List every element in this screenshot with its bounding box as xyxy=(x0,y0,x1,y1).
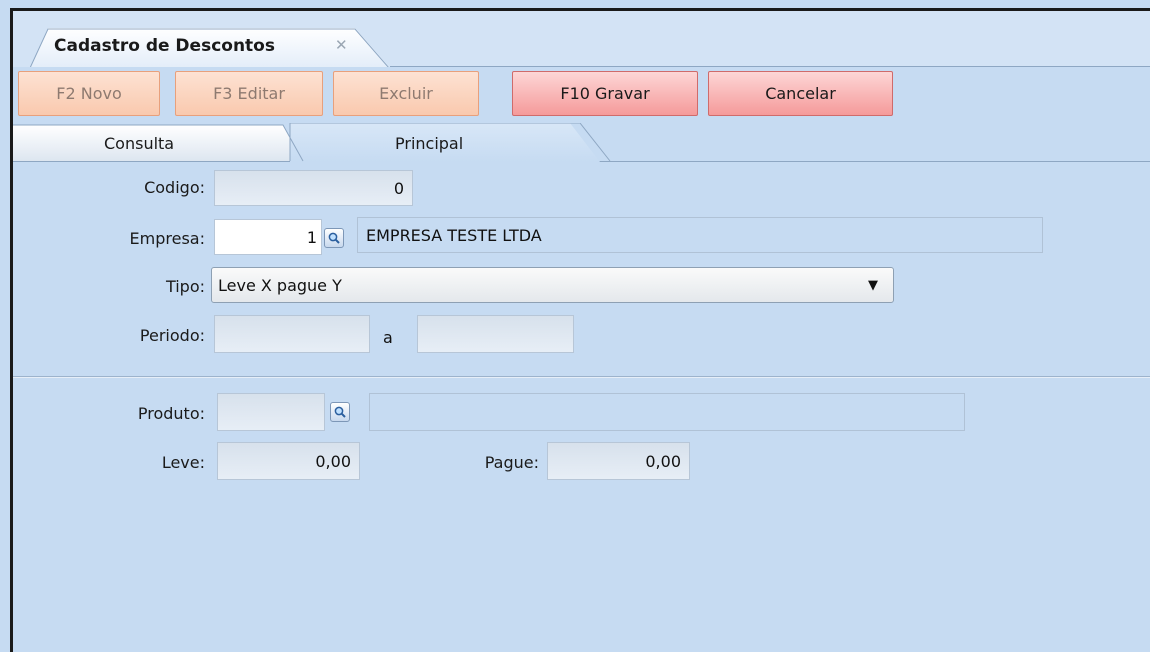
save-button[interactable]: F10 Gravar xyxy=(512,71,698,116)
tipo-select[interactable]: Leve X pague Y xyxy=(211,267,894,303)
produto-lookup-button[interactable] xyxy=(330,402,350,422)
empresa-name-field: EMPRESA TESTE LTDA xyxy=(357,217,1043,253)
tipo-value: Leve X pague Y xyxy=(218,275,342,295)
periodo-from-field[interactable] xyxy=(214,315,370,353)
section-divider-highlight xyxy=(13,377,1150,378)
leve-value: 0,00 xyxy=(315,451,351,471)
edit-button[interactable]: F3 Editar xyxy=(175,71,323,116)
empresa-lookup-button[interactable] xyxy=(324,228,344,248)
magnifier-icon xyxy=(328,232,340,244)
new-button[interactable]: F2 Novo xyxy=(18,71,160,116)
magnifier-icon xyxy=(334,406,346,418)
pague-field[interactable]: 0,00 xyxy=(547,442,690,480)
produto-name-field xyxy=(369,393,965,431)
leve-field[interactable]: 0,00 xyxy=(217,442,360,480)
delete-button[interactable]: Excluir xyxy=(333,71,479,116)
tab-principal-label: Principal xyxy=(395,134,464,153)
pague-value: 0,00 xyxy=(645,451,681,471)
produto-label: Produto: xyxy=(137,404,205,423)
empresa-code-value: 1 xyxy=(306,227,317,247)
codigo-field[interactable]: 0 xyxy=(214,170,413,206)
tab-consulta-label: Consulta xyxy=(104,134,175,153)
codigo-value: 0 xyxy=(393,178,404,198)
pague-label: Pague: xyxy=(484,453,539,472)
empresa-code-field[interactable]: 1 xyxy=(214,219,322,255)
document-tab-title: Cadastro de Descontos xyxy=(54,36,275,56)
chevron-down-icon[interactable]: ▼ xyxy=(858,272,888,298)
page-tabs-outline xyxy=(13,123,611,162)
window-top-border xyxy=(10,8,1150,11)
periodo-to-field[interactable] xyxy=(417,315,574,353)
close-icon[interactable]: ✕ xyxy=(335,36,348,54)
tipo-label: Tipo: xyxy=(165,277,205,296)
leve-label: Leve: xyxy=(161,453,205,472)
codigo-label: Codigo: xyxy=(144,178,205,197)
periodo-label: Periodo: xyxy=(139,326,205,345)
empresa-label: Empresa: xyxy=(129,229,205,248)
empresa-name-value: EMPRESA TESTE LTDA xyxy=(366,225,542,245)
periodo-separator: a xyxy=(383,328,393,347)
cancel-button[interactable]: Cancelar xyxy=(708,71,893,116)
produto-code-field[interactable] xyxy=(217,393,325,431)
